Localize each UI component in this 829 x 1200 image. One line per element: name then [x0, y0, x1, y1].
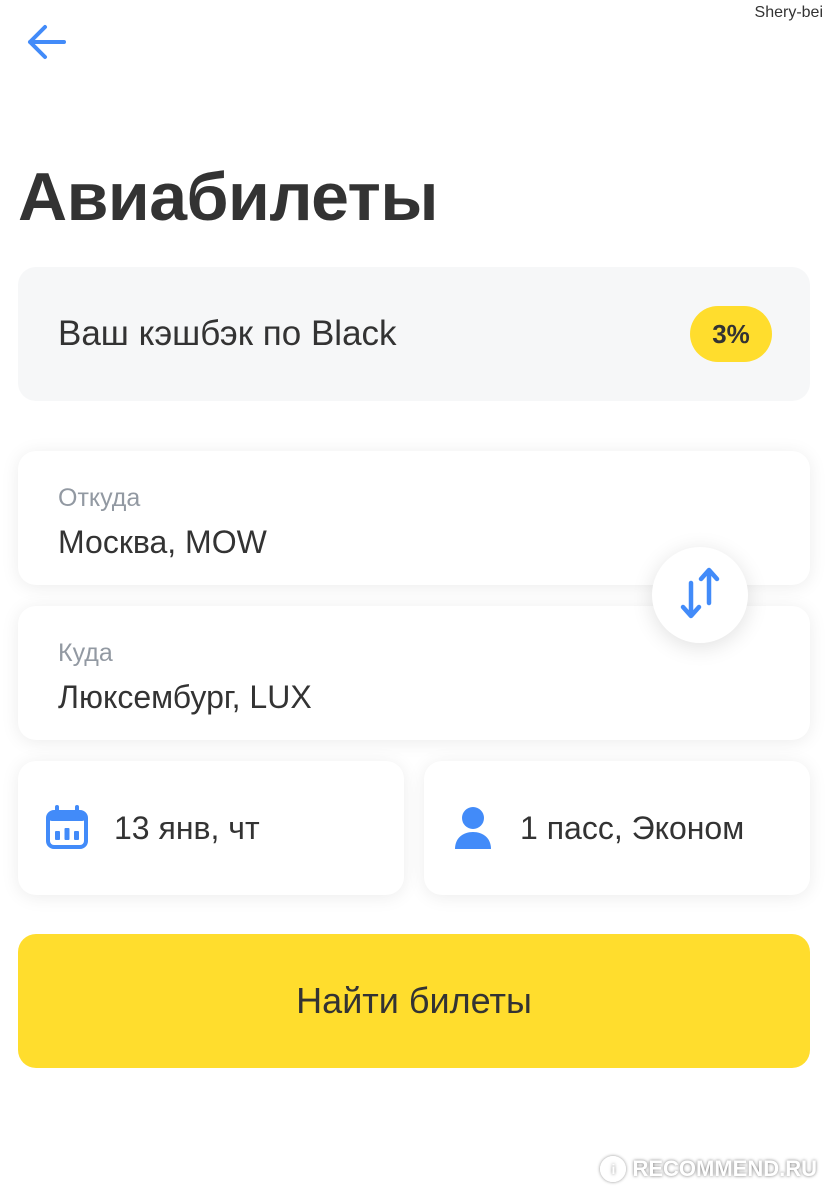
cashback-card: Ваш кэшбэк по Black 3%: [18, 267, 810, 401]
swap-direction-button[interactable]: [652, 547, 748, 643]
calendar-icon: [44, 805, 90, 851]
to-field-value: Люксембург, LUX: [58, 679, 312, 715]
back-button[interactable]: [22, 22, 70, 66]
arrow-left-icon: [24, 22, 68, 67]
page-title: Авиабилеты: [18, 159, 438, 235]
passengers-value: 1 пасс, Эконом: [520, 809, 745, 846]
recommend-logo-icon: i: [600, 1156, 627, 1182]
cashback-label: Ваш кэшбэк по Black: [58, 314, 397, 353]
watermark-text: RECOMMEND.RU: [632, 1156, 817, 1181]
date-field[interactable]: 13 янв, чт: [18, 761, 404, 895]
person-icon: [450, 805, 496, 851]
watermark-recommend: i RECOMMEND.RU: [600, 1156, 817, 1182]
from-field-value: Москва, MOW: [58, 524, 267, 560]
passengers-field[interactable]: 1 пасс, Эконом: [424, 761, 810, 895]
find-tickets-button[interactable]: Найти билеты: [18, 934, 810, 1068]
swap-arrows-icon: [678, 565, 722, 626]
from-field-label: Откуда: [58, 484, 141, 512]
to-field-label: Куда: [58, 639, 113, 667]
date-value: 13 янв, чт: [114, 809, 260, 846]
cashback-percent-badge: 3%: [690, 306, 772, 362]
watermark-username: Shery-bei: [754, 4, 823, 21]
